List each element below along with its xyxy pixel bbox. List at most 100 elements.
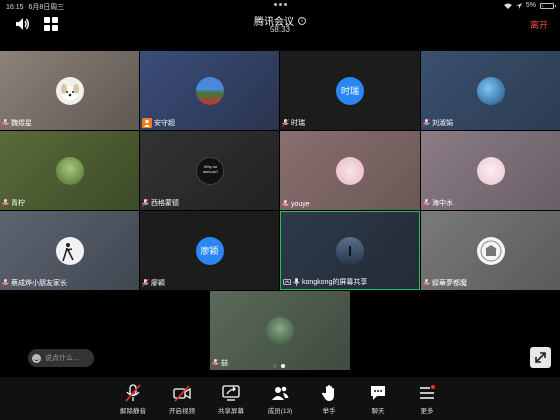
mic-muted-icon: [2, 199, 9, 207]
avatar: [336, 236, 364, 265]
avatar: [336, 156, 364, 185]
page-dot-active[interactable]: [281, 364, 285, 368]
status-time-date: 16:15 6月8日周三: [6, 2, 64, 12]
participant-name-bar: 魏煜星: [2, 118, 32, 128]
status-indicators: 5%: [503, 2, 556, 9]
status-time: 16:15: [6, 4, 24, 11]
participant-name: 蔡成烨小朋友家长: [11, 280, 67, 287]
fullscreen-button[interactable]: [530, 347, 551, 368]
meeting-timer: 58:33: [269, 25, 291, 34]
mic-muted-icon: [142, 199, 149, 207]
leave-button[interactable]: 离开: [530, 18, 548, 31]
mic-muted-icon: [423, 199, 430, 207]
participant-tile[interactable]: 时瑞 时瑞: [280, 51, 420, 130]
avatar: Why so serious?: [195, 156, 224, 185]
avatar: [55, 76, 84, 105]
mic-muted-icon: [282, 200, 289, 208]
participant-name-bar: 刘淑娟: [423, 118, 453, 128]
page-dot[interactable]: [273, 364, 277, 368]
more-icon: [418, 384, 436, 402]
expand-icon: [535, 352, 546, 363]
tool-label: 解除静音: [120, 408, 146, 415]
participant-name: 时瑞: [291, 120, 305, 127]
participant-tile[interactable]: 魏煜星: [0, 51, 139, 130]
participant-name: 喆: [221, 360, 228, 367]
participant-tile[interactable]: 刘淑娟: [421, 51, 560, 130]
participant-name-bar: youye: [282, 200, 310, 208]
participant-tile-active-speaker[interactable]: kongkong的屏幕共享: [280, 211, 420, 290]
mic-muted-icon: [423, 279, 430, 287]
participant-tile[interactable]: 廖颖 廖颖: [140, 211, 279, 290]
mic-muted-icon: [2, 279, 9, 287]
start-video-button[interactable]: 开启视频: [158, 377, 206, 420]
location-icon: [515, 2, 522, 9]
chat-button[interactable]: 聊天: [354, 377, 402, 420]
participant-tile[interactable]: 青柠: [0, 131, 139, 210]
status-bar: 16:15 6月8日周三 5%: [0, 0, 560, 12]
building-icon: [480, 240, 501, 261]
mic-muted-icon: [282, 119, 289, 127]
participant-name: youye: [291, 200, 310, 208]
participant-tile[interactable]: youye: [280, 131, 420, 210]
meeting-header: 腾讯会议 i 58:33 离开: [0, 12, 560, 38]
raise-hand-icon: [320, 384, 338, 402]
mic-icon: [293, 278, 300, 286]
text-avatar: 时瑞: [336, 76, 364, 105]
dog-icon: [60, 83, 79, 100]
figure-icon: [349, 245, 351, 256]
mic-muted-icon: [124, 384, 142, 402]
share-screen-button[interactable]: 共享屏幕: [207, 377, 255, 420]
tool-label: 成员(13): [267, 408, 293, 415]
participant-name: 刘淑娟: [432, 120, 453, 127]
participant-name-bar: 廖颖: [142, 278, 165, 288]
tool-label: 聊天: [371, 408, 385, 415]
mic-muted-icon: [212, 359, 219, 367]
mic-muted-icon: [142, 279, 149, 287]
avatar: [55, 156, 84, 185]
info-icon[interactable]: i: [298, 16, 306, 25]
participant-name-bar: 西格蒙德: [142, 198, 179, 208]
chat-icon: [369, 384, 387, 402]
tool-label: 举手: [322, 408, 336, 415]
battery-percent: 5%: [525, 2, 536, 9]
silhouette-icon: [61, 242, 74, 261]
participant-name: 青柠: [11, 200, 25, 207]
mic-muted-icon: [2, 119, 9, 127]
participant-tile[interactable]: 海中水: [421, 131, 560, 210]
avatar: [55, 236, 84, 265]
host-icon: [142, 118, 152, 128]
participant-name-bar: 海中水: [423, 198, 453, 208]
participant-name: 魏煜星: [11, 120, 32, 127]
participant-tile[interactable]: 蔡成烨小朋友家长: [0, 211, 139, 290]
participant-name: kongkong的屏幕共享: [302, 279, 368, 286]
multitask-dots-icon[interactable]: [274, 3, 287, 6]
participant-name: 安守超: [154, 120, 175, 127]
wifi-icon: [503, 3, 512, 9]
tool-label: 共享屏幕: [218, 408, 244, 415]
participant-tile[interactable]: 録華夢都魔: [421, 211, 560, 290]
avatar: [195, 76, 224, 105]
participant-tile[interactable]: 安守超: [140, 51, 279, 130]
more-button[interactable]: 更多: [403, 377, 451, 420]
camera-off-icon: [173, 384, 191, 402]
participant-name: 海中水: [432, 200, 453, 207]
participant-tile[interactable]: 喆: [210, 291, 350, 370]
members-button[interactable]: 成员(13): [256, 377, 304, 420]
screen-share-icon: [283, 278, 291, 285]
participant-name-bar: 喆: [212, 358, 228, 368]
emoji-icon[interactable]: [32, 353, 41, 363]
participant-name-bar: 録華夢都魔: [423, 278, 467, 288]
chat-input[interactable]: 说点什么...: [28, 349, 94, 367]
mic-muted-icon: [423, 119, 430, 127]
raise-hand-button[interactable]: 举手: [305, 377, 353, 420]
participant-name: 録華夢都魔: [432, 280, 467, 287]
page-indicator[interactable]: [273, 364, 285, 368]
participant-name: 廖颖: [151, 280, 165, 287]
participant-tile[interactable]: Why so serious? 西格蒙德: [140, 131, 279, 210]
share-screen-icon: [222, 384, 240, 402]
tool-label: 更多: [420, 408, 434, 415]
status-date: 6月8日周三: [28, 4, 65, 11]
participant-name-bar: 蔡成烨小朋友家长: [2, 278, 67, 288]
unmute-button[interactable]: 解除静音: [109, 377, 157, 420]
avatar: [266, 316, 294, 345]
